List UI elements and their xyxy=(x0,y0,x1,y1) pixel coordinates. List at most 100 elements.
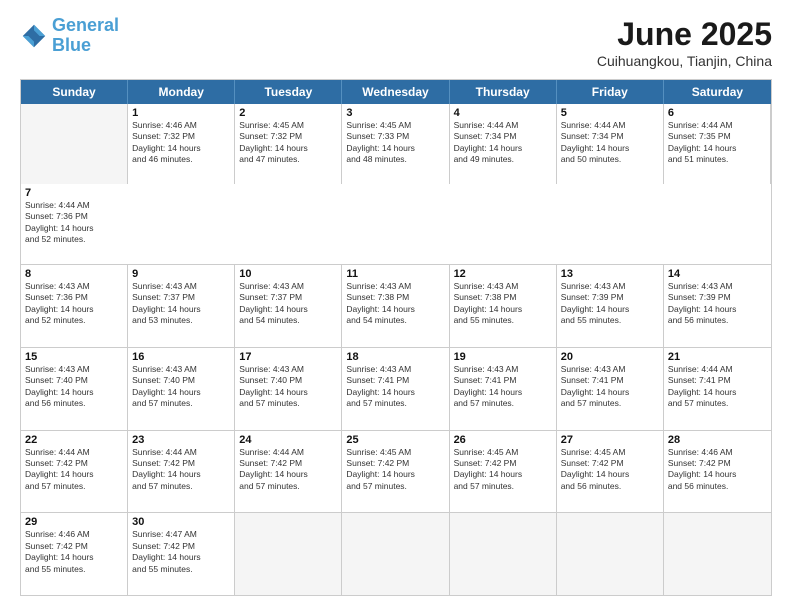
day-cell-24: 24Sunrise: 4:44 AMSunset: 7:42 PMDayligh… xyxy=(235,431,342,513)
col-header-wednesday: Wednesday xyxy=(342,80,449,104)
col-header-friday: Friday xyxy=(557,80,664,104)
day-number: 17 xyxy=(239,351,337,363)
day-cell-28: 28Sunrise: 4:46 AMSunset: 7:42 PMDayligh… xyxy=(664,431,771,513)
empty-day-cell xyxy=(235,513,342,595)
day-cell-25: 25Sunrise: 4:45 AMSunset: 7:42 PMDayligh… xyxy=(342,431,449,513)
day-info: Sunrise: 4:44 AMSunset: 7:35 PMDaylight:… xyxy=(668,120,766,166)
day-info: Sunrise: 4:44 AMSunset: 7:34 PMDaylight:… xyxy=(561,120,659,166)
day-number: 15 xyxy=(25,351,123,363)
day-info: Sunrise: 4:45 AMSunset: 7:42 PMDaylight:… xyxy=(454,447,552,493)
day-info: Sunrise: 4:43 AMSunset: 7:36 PMDaylight:… xyxy=(25,281,123,327)
day-cell-30: 30Sunrise: 4:47 AMSunset: 7:42 PMDayligh… xyxy=(128,513,235,595)
day-cell-4: 4Sunrise: 4:44 AMSunset: 7:34 PMDaylight… xyxy=(450,104,557,184)
day-info: Sunrise: 4:44 AMSunset: 7:34 PMDaylight:… xyxy=(454,120,552,166)
day-number: 9 xyxy=(132,268,230,280)
day-info: Sunrise: 4:46 AMSunset: 7:42 PMDaylight:… xyxy=(668,447,767,493)
empty-day-cell xyxy=(450,513,557,595)
day-number: 14 xyxy=(668,268,767,280)
day-cell-23: 23Sunrise: 4:44 AMSunset: 7:42 PMDayligh… xyxy=(128,431,235,513)
day-cell-6: 6Sunrise: 4:44 AMSunset: 7:35 PMDaylight… xyxy=(664,104,771,184)
day-number: 4 xyxy=(454,107,552,119)
day-info: Sunrise: 4:43 AMSunset: 7:37 PMDaylight:… xyxy=(239,281,337,327)
day-cell-13: 13Sunrise: 4:43 AMSunset: 7:39 PMDayligh… xyxy=(557,265,664,347)
day-number: 3 xyxy=(346,107,444,119)
day-number: 19 xyxy=(454,351,552,363)
day-number: 30 xyxy=(132,516,230,528)
day-info: Sunrise: 4:43 AMSunset: 7:41 PMDaylight:… xyxy=(346,364,444,410)
day-number: 21 xyxy=(668,351,767,363)
empty-day-cell xyxy=(557,513,664,595)
day-info: Sunrise: 4:43 AMSunset: 7:37 PMDaylight:… xyxy=(132,281,230,327)
day-number: 1 xyxy=(132,107,230,119)
day-number: 27 xyxy=(561,434,659,446)
day-info: Sunrise: 4:44 AMSunset: 7:42 PMDaylight:… xyxy=(239,447,337,493)
day-info: Sunrise: 4:43 AMSunset: 7:40 PMDaylight:… xyxy=(239,364,337,410)
day-number: 24 xyxy=(239,434,337,446)
day-number: 6 xyxy=(668,107,766,119)
day-info: Sunrise: 4:43 AMSunset: 7:40 PMDaylight:… xyxy=(25,364,123,410)
day-info: Sunrise: 4:44 AMSunset: 7:36 PMDaylight:… xyxy=(25,200,124,246)
day-number: 26 xyxy=(454,434,552,446)
day-info: Sunrise: 4:47 AMSunset: 7:42 PMDaylight:… xyxy=(132,529,230,575)
day-info: Sunrise: 4:44 AMSunset: 7:42 PMDaylight:… xyxy=(132,447,230,493)
logo: General Blue xyxy=(20,16,119,56)
day-info: Sunrise: 4:45 AMSunset: 7:32 PMDaylight:… xyxy=(239,120,337,166)
day-cell-2: 2Sunrise: 4:45 AMSunset: 7:32 PMDaylight… xyxy=(235,104,342,184)
day-number: 23 xyxy=(132,434,230,446)
day-info: Sunrise: 4:43 AMSunset: 7:38 PMDaylight:… xyxy=(454,281,552,327)
day-info: Sunrise: 4:43 AMSunset: 7:39 PMDaylight:… xyxy=(668,281,767,327)
day-cell-18: 18Sunrise: 4:43 AMSunset: 7:41 PMDayligh… xyxy=(342,348,449,430)
col-header-saturday: Saturday xyxy=(664,80,771,104)
day-info: Sunrise: 4:45 AMSunset: 7:33 PMDaylight:… xyxy=(346,120,444,166)
col-header-tuesday: Tuesday xyxy=(235,80,342,104)
day-number: 28 xyxy=(668,434,767,446)
day-number: 25 xyxy=(346,434,444,446)
day-cell-19: 19Sunrise: 4:43 AMSunset: 7:41 PMDayligh… xyxy=(450,348,557,430)
week-row-2: 15Sunrise: 4:43 AMSunset: 7:40 PMDayligh… xyxy=(21,348,771,431)
day-number: 11 xyxy=(346,268,444,280)
day-cell-29: 29Sunrise: 4:46 AMSunset: 7:42 PMDayligh… xyxy=(21,513,128,595)
day-cell-3: 3Sunrise: 4:45 AMSunset: 7:33 PMDaylight… xyxy=(342,104,449,184)
day-cell-15: 15Sunrise: 4:43 AMSunset: 7:40 PMDayligh… xyxy=(21,348,128,430)
day-info: Sunrise: 4:43 AMSunset: 7:41 PMDaylight:… xyxy=(454,364,552,410)
day-info: Sunrise: 4:43 AMSunset: 7:41 PMDaylight:… xyxy=(561,364,659,410)
week-row-4: 29Sunrise: 4:46 AMSunset: 7:42 PMDayligh… xyxy=(21,513,771,595)
month-title: June 2025 xyxy=(597,16,772,53)
title-block: June 2025 Cuihuangkou, Tianjin, China xyxy=(597,16,772,69)
week-row-0: 1Sunrise: 4:46 AMSunset: 7:32 PMDaylight… xyxy=(21,104,771,265)
day-cell-27: 27Sunrise: 4:45 AMSunset: 7:42 PMDayligh… xyxy=(557,431,664,513)
day-cell-9: 9Sunrise: 4:43 AMSunset: 7:37 PMDaylight… xyxy=(128,265,235,347)
day-number: 7 xyxy=(25,187,124,199)
day-number: 20 xyxy=(561,351,659,363)
empty-day-cell xyxy=(21,104,128,184)
day-cell-8: 8Sunrise: 4:43 AMSunset: 7:36 PMDaylight… xyxy=(21,265,128,347)
day-cell-14: 14Sunrise: 4:43 AMSunset: 7:39 PMDayligh… xyxy=(664,265,771,347)
day-number: 29 xyxy=(25,516,123,528)
day-cell-5: 5Sunrise: 4:44 AMSunset: 7:34 PMDaylight… xyxy=(557,104,664,184)
day-info: Sunrise: 4:46 AMSunset: 7:32 PMDaylight:… xyxy=(132,120,230,166)
day-cell-12: 12Sunrise: 4:43 AMSunset: 7:38 PMDayligh… xyxy=(450,265,557,347)
day-cell-16: 16Sunrise: 4:43 AMSunset: 7:40 PMDayligh… xyxy=(128,348,235,430)
calendar: SundayMondayTuesdayWednesdayThursdayFrid… xyxy=(20,79,772,596)
day-number: 16 xyxy=(132,351,230,363)
page: General Blue June 2025 Cuihuangkou, Tian… xyxy=(0,0,792,612)
col-header-sunday: Sunday xyxy=(21,80,128,104)
day-number: 10 xyxy=(239,268,337,280)
day-number: 18 xyxy=(346,351,444,363)
day-cell-7: 7Sunrise: 4:44 AMSunset: 7:36 PMDaylight… xyxy=(21,184,128,264)
day-cell-26: 26Sunrise: 4:45 AMSunset: 7:42 PMDayligh… xyxy=(450,431,557,513)
subtitle: Cuihuangkou, Tianjin, China xyxy=(597,53,772,69)
calendar-body: 1Sunrise: 4:46 AMSunset: 7:32 PMDaylight… xyxy=(21,104,771,595)
day-cell-21: 21Sunrise: 4:44 AMSunset: 7:41 PMDayligh… xyxy=(664,348,771,430)
day-cell-11: 11Sunrise: 4:43 AMSunset: 7:38 PMDayligh… xyxy=(342,265,449,347)
day-info: Sunrise: 4:45 AMSunset: 7:42 PMDaylight:… xyxy=(561,447,659,493)
day-number: 8 xyxy=(25,268,123,280)
day-number: 13 xyxy=(561,268,659,280)
day-info: Sunrise: 4:46 AMSunset: 7:42 PMDaylight:… xyxy=(25,529,123,575)
day-cell-10: 10Sunrise: 4:43 AMSunset: 7:37 PMDayligh… xyxy=(235,265,342,347)
day-info: Sunrise: 4:43 AMSunset: 7:40 PMDaylight:… xyxy=(132,364,230,410)
day-info: Sunrise: 4:43 AMSunset: 7:39 PMDaylight:… xyxy=(561,281,659,327)
day-number: 2 xyxy=(239,107,337,119)
day-number: 12 xyxy=(454,268,552,280)
calendar-header: SundayMondayTuesdayWednesdayThursdayFrid… xyxy=(21,80,771,104)
